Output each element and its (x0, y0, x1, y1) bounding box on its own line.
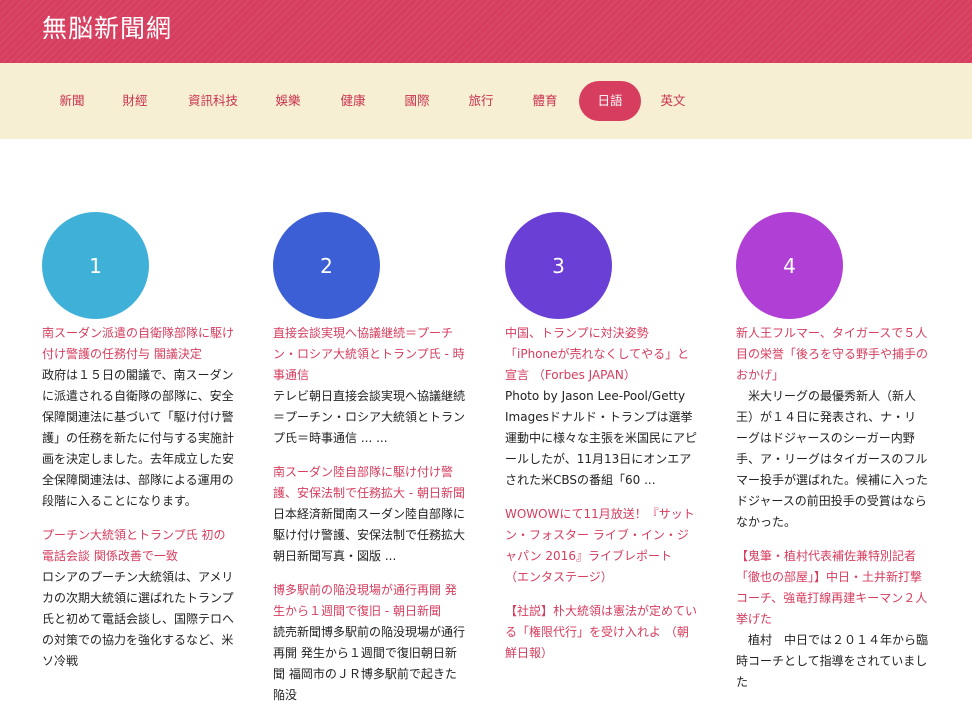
article-summary: 米大リーグの最優秀新人（新人王）が１４日に発表され、ナ・リーグはドジャースのシー… (736, 389, 929, 529)
article: 【社説】朴大統領は憲法が定めている「権限代行」を受け入れよ （朝鮮日報） (505, 601, 697, 664)
nav-item-international[interactable]: 國際 (394, 81, 440, 121)
article-title-link[interactable]: 博多駅前の陥没現場が通行再開 発生から１週間で復旧 - 朝日新聞 (273, 580, 465, 622)
article-title-link[interactable]: プーチン大統領とトランプ氏 初の電話会談 関係改善で一致 (42, 525, 234, 567)
article-title-link[interactable]: 【鬼筆・植村代表補佐兼特別記者「徹也の部屋」】中日・土井新打撃コーチ、強竜打線再… (736, 546, 928, 630)
nav-item-tech[interactable]: 資訊科技 (177, 81, 249, 121)
article-summary: ロシアのプーチン大統領は、アメリカの次期大統領に選ばれたトランプ氏と初めて電話会… (42, 570, 235, 668)
nav-item-japanese[interactable]: 日語 (579, 81, 641, 121)
nav-item-finance[interactable]: 財經 (112, 81, 158, 121)
site-header: 無脳新聞網 (0, 0, 972, 63)
article-summary: 植村 中日では２０１４年から臨時コーチとして指導をされていました (736, 633, 929, 689)
article: プーチン大統領とトランプ氏 初の電話会談 関係改善で一致 ロシアのプーチン大統領… (42, 525, 234, 672)
column-number-badge: 1 (42, 212, 149, 319)
nav-item-news[interactable]: 新聞 (49, 81, 95, 121)
nav-item-health[interactable]: 健康 (330, 81, 376, 121)
news-column-3: 3 中国、トランプに対決姿勢「iPhoneが売れなくしてやる」と宣言 （Forb… (505, 212, 697, 664)
nav-item-english[interactable]: 英文 (650, 81, 696, 121)
article: 直接会談実現へ協議継続＝プーチン・ロシア大統領とトランプ氏 - 時事通信 テレビ… (273, 323, 465, 449)
article-summary: 政府は１５日の閣議で、南スーダンに派遣される自衛隊の部隊に、安全保障関連法に基づ… (42, 368, 235, 508)
article: 南スーダン陸自部隊に駆け付け警護、安保法制で任務拡大 - 朝日新聞 日本経済新聞… (273, 462, 465, 567)
article-title-link[interactable]: 中国、トランプに対決姿勢「iPhoneが売れなくしてやる」と宣言 （Forbes… (505, 323, 697, 386)
article: WOWOWにて11月放送！『サットン・フォスター ライブ・イン・ジャパン 201… (505, 504, 697, 588)
article: 中国、トランプに対決姿勢「iPhoneが売れなくしてやる」と宣言 （Forbes… (505, 323, 697, 491)
article-summary: 読売新聞博多駅前の陥没現場が通行再開 発生から１週間で復旧朝日新聞 福岡市のＪＲ… (273, 625, 466, 702)
article-summary: Photo by Jason Lee-Pool/Getty Imagesドナルド… (505, 389, 698, 487)
column-number-badge: 2 (273, 212, 380, 319)
article-title-link[interactable]: 南スーダン派遣の自衛隊部隊に駆け付け警護の任務付与 閣議決定 (42, 323, 234, 365)
article-title-link[interactable]: 直接会談実現へ協議継続＝プーチン・ロシア大統領とトランプ氏 - 時事通信 (273, 323, 465, 386)
article: 【鬼筆・植村代表補佐兼特別記者「徹也の部屋」】中日・土井新打撃コーチ、強竜打線再… (736, 546, 928, 693)
site-title[interactable]: 無脳新聞網 (42, 9, 172, 45)
article: 博多駅前の陥没現場が通行再開 発生から１週間で復旧 - 朝日新聞 読売新聞博多駅… (273, 580, 465, 706)
article-title-link[interactable]: 【社説】朴大統領は憲法が定めている「権限代行」を受け入れよ （朝鮮日報） (505, 601, 697, 664)
news-column-4: 4 新人王フルマー、タイガースで５人目の栄誉「後ろを守る野手や捕手のおかげ」 米… (736, 212, 928, 693)
nav-item-travel[interactable]: 旅行 (458, 81, 504, 121)
column-number-badge: 3 (505, 212, 612, 319)
article-summary: 日本経済新聞南スーダン陸自部隊に駆け付け警護、安保法制で任務拡大朝日新聞写真・図… (273, 507, 466, 563)
nav-item-entertainment[interactable]: 娛樂 (265, 81, 311, 121)
nav-item-sports[interactable]: 體育 (522, 81, 568, 121)
column-number-badge: 4 (736, 212, 843, 319)
article: 新人王フルマー、タイガースで５人目の栄誉「後ろを守る野手や捕手のおかげ」 米大リ… (736, 323, 928, 533)
article-title-link[interactable]: 新人王フルマー、タイガースで５人目の栄誉「後ろを守る野手や捕手のおかげ」 (736, 323, 928, 386)
category-nav: 新聞 財經 資訊科技 娛樂 健康 國際 旅行 體育 日語 英文 (0, 63, 972, 139)
article-title-link[interactable]: WOWOWにて11月放送！『サットン・フォスター ライブ・イン・ジャパン 201… (505, 504, 697, 588)
article-title-link[interactable]: 南スーダン陸自部隊に駆け付け警護、安保法制で任務拡大 - 朝日新聞 (273, 462, 465, 504)
article-summary: テレビ朝日直接会談実現へ協議継続＝プーチン・ロシア大統領とトランプ氏＝時事通信 … (273, 389, 466, 445)
news-column-2: 2 直接会談実現へ協議継続＝プーチン・ロシア大統領とトランプ氏 - 時事通信 テ… (273, 212, 465, 706)
news-column-1: 1 南スーダン派遣の自衛隊部隊に駆け付け警護の任務付与 閣議決定 政府は１５日の… (42, 212, 234, 672)
article: 南スーダン派遣の自衛隊部隊に駆け付け警護の任務付与 閣議決定 政府は１５日の閣議… (42, 323, 234, 512)
